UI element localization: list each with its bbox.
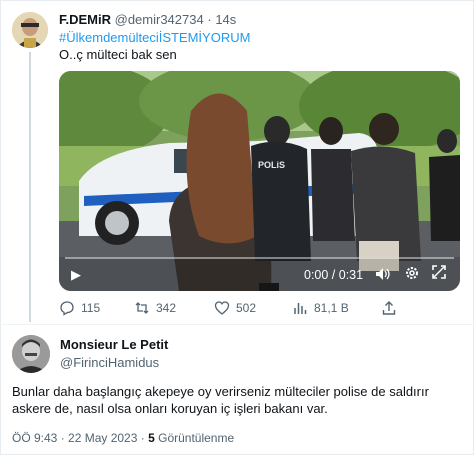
like-button[interactable]: 502 xyxy=(214,300,256,316)
display-name[interactable]: Monsieur Le Petit xyxy=(60,337,168,352)
views-button[interactable]: 81,1 B xyxy=(292,300,349,316)
thread-line xyxy=(29,52,31,322)
tweet-meta: ÖÖ 9:43 · 22 May 2023 · 5 Görüntülenme xyxy=(12,431,234,445)
share-icon xyxy=(382,301,396,315)
avatar[interactable] xyxy=(12,12,48,48)
video-time: 0:00 / 0:31 xyxy=(304,268,364,282)
timestamp[interactable]: 14s xyxy=(215,12,236,27)
timestamp[interactable]: ÖÖ 9:43 · 22 May 2023 · xyxy=(12,431,148,445)
fullscreen-icon[interactable] xyxy=(432,265,446,282)
tweet-text: Bunlar daha başlangıç akepeye oy verirse… xyxy=(12,384,429,416)
hashtag-link[interactable]: #ÜlkemdemülteciİSTEMİYORUM xyxy=(59,30,250,45)
handle[interactable]: @demir342734 xyxy=(115,12,204,27)
display-name[interactable]: F.DEMiR xyxy=(59,12,111,27)
avatar-image xyxy=(12,12,48,48)
handle[interactable]: @FirinciHamidus xyxy=(60,355,159,370)
avatar-image xyxy=(12,335,50,373)
views-label: Görüntülenme xyxy=(158,431,235,445)
tweet-actions: 115 342 502 81,1 B xyxy=(59,300,459,320)
reply-icon xyxy=(60,301,74,316)
analytics-icon xyxy=(294,303,307,314)
video-player[interactable]: POLiS ▶ 0:00 / 0:31 xyxy=(59,71,460,291)
divider xyxy=(0,324,474,325)
views-count: 5 xyxy=(148,431,155,445)
reply-count: 115 xyxy=(81,301,101,315)
volume-icon[interactable] xyxy=(375,267,391,284)
reply-button[interactable]: 115 xyxy=(59,300,100,316)
parent-tweet[interactable]: F.DEMiR @demir342734 · 14s #Ülkemdemülte… xyxy=(0,0,474,322)
retweet-button[interactable]: 342 xyxy=(134,300,176,316)
avatar[interactable] xyxy=(12,335,50,373)
play-icon[interactable]: ▶ xyxy=(71,267,81,283)
views-count: 81,1 B xyxy=(314,301,349,315)
police-label: POLiS xyxy=(258,160,285,170)
heart-icon xyxy=(214,301,230,315)
video-controls: ▶ 0:00 / 0:31 xyxy=(59,257,460,291)
settings-gear-icon[interactable] xyxy=(404,265,420,285)
video-progress-bar[interactable] xyxy=(65,257,454,259)
tweet-header: F.DEMiR @demir342734 · 14s xyxy=(59,12,236,27)
like-count: 502 xyxy=(236,301,257,315)
share-button[interactable] xyxy=(381,300,397,316)
tweet-text: O..ç mülteci bak sen xyxy=(59,47,177,62)
retweet-count: 342 xyxy=(156,301,177,315)
retweet-icon xyxy=(135,302,149,314)
separator: · xyxy=(207,12,212,27)
